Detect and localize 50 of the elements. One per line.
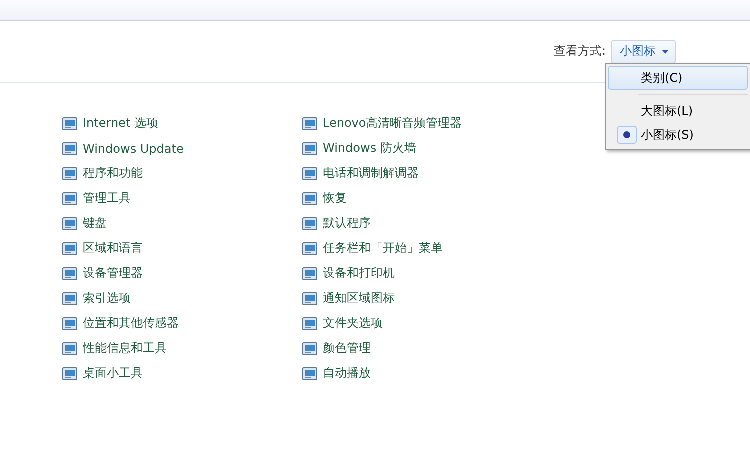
tile-icon <box>62 316 78 332</box>
caret-icon <box>662 50 669 54</box>
control-panel-link[interactable]: 索引选项 <box>83 290 131 307</box>
tile-icon <box>62 266 78 282</box>
control-panel-link[interactable]: Windows 防火墙 <box>323 140 416 157</box>
control-panel-link[interactable]: 设备和打印机 <box>323 265 395 282</box>
tile-icon <box>62 140 78 156</box>
control-panel-link[interactable]: 键盘 <box>83 215 107 232</box>
control-panel-link[interactable]: Internet 选项 <box>83 115 158 132</box>
control-panel-link[interactable]: 默认程序 <box>323 215 371 232</box>
tile-icon <box>62 290 78 306</box>
tile-icon <box>62 190 78 206</box>
tile-icon <box>62 366 78 382</box>
tile-icon <box>302 366 318 382</box>
control-panel-link[interactable]: 任务栏和「开始」菜单 <box>323 240 443 257</box>
control-panel-link[interactable]: 自动播放 <box>323 365 371 382</box>
tile-icon <box>302 190 318 206</box>
menu-item[interactable]: 类别(C) <box>608 66 748 90</box>
control-panel-link[interactable]: 文件夹选项 <box>323 315 383 332</box>
tile-icon <box>302 240 318 256</box>
control-panel-link[interactable]: 区域和语言 <box>83 240 143 257</box>
menu-item[interactable]: 小图标(S) <box>608 123 748 147</box>
tile-icon <box>302 316 318 332</box>
control-panel-link[interactable]: 位置和其他传感器 <box>83 315 179 332</box>
tile-icon <box>62 340 78 356</box>
control-panel-link[interactable]: 通知区域图标 <box>323 290 395 307</box>
control-panel-link[interactable]: 设备管理器 <box>83 265 143 282</box>
control-panel-link[interactable]: 电话和调制解调器 <box>323 165 419 182</box>
control-panel-link[interactable]: 性能信息和工具 <box>83 340 167 357</box>
tile-icon <box>62 216 78 232</box>
tile-icon <box>302 166 318 182</box>
menu-item[interactable]: 大图标(L) <box>608 99 748 123</box>
tile-icon <box>302 216 318 232</box>
tile-icon <box>302 266 318 282</box>
tile-icon <box>302 140 318 156</box>
control-panel-link[interactable]: 颜色管理 <box>323 340 371 357</box>
control-panel-link[interactable]: 程序和功能 <box>83 165 143 182</box>
tile-icon <box>302 290 318 306</box>
tile-icon <box>62 166 78 182</box>
tile-icon <box>302 116 318 132</box>
control-panel-link[interactable]: Windows Update <box>83 142 184 156</box>
tile-icon <box>62 240 78 256</box>
view-dropdown[interactable]: 小图标 <box>611 40 676 64</box>
tile-icon <box>62 116 78 132</box>
control-panel-link[interactable]: Lenovo高清晰音频管理器 <box>323 115 462 132</box>
control-panel-link[interactable]: 恢复 <box>323 190 347 207</box>
view-label: 查看方式: <box>554 43 606 60</box>
control-panel-link[interactable]: 管理工具 <box>83 190 131 207</box>
tile-icon <box>302 340 318 356</box>
control-panel-link[interactable]: 桌面小工具 <box>83 365 143 382</box>
